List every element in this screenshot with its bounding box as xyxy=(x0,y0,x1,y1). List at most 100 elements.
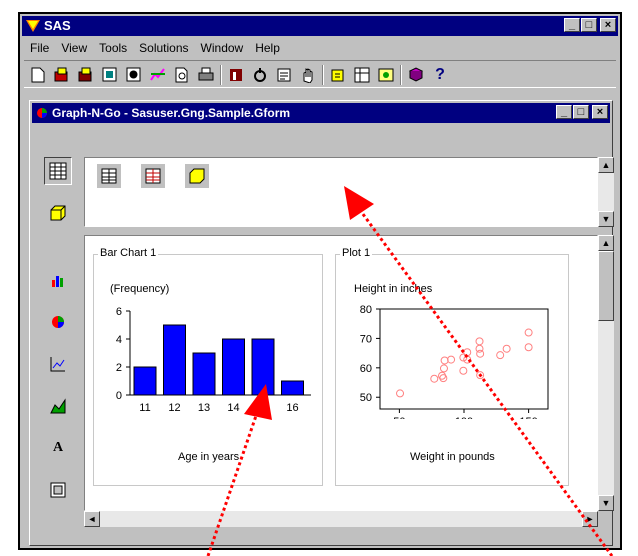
plot-y-tick-label: 60 xyxy=(360,363,372,375)
sas-main-window: SAS _ □ × File View Tools Solutions Wind… xyxy=(18,12,622,550)
print-icon[interactable] xyxy=(196,65,216,85)
new-icon[interactable] xyxy=(28,65,48,85)
bar xyxy=(222,338,245,396)
bar-y-tick-label: 4 xyxy=(116,334,122,346)
app-title: SAS xyxy=(44,18,71,33)
graph-canvas: Bar Chart 1 (Frequency) 0 2 4 6 11 12 13 14 15 16… xyxy=(84,235,598,511)
minimize-button[interactable]: _ xyxy=(564,18,580,32)
scatter-point xyxy=(463,348,472,357)
text-tool-label: A xyxy=(52,440,64,455)
hand-icon[interactable] xyxy=(298,65,318,85)
bar xyxy=(251,338,275,396)
scroll-up-arrow[interactable]: ▲ xyxy=(598,157,614,173)
menu-file[interactable]: File xyxy=(24,41,55,55)
bar-x-axis-label: Age in years xyxy=(178,451,240,463)
print-preview-icon[interactable] xyxy=(172,65,192,85)
maximize-button[interactable]: □ xyxy=(581,18,597,32)
scatter-point xyxy=(459,366,468,375)
plot-x-tick-label: 100 xyxy=(455,416,473,419)
canvas-scroll-left-arrow[interactable]: ◄ xyxy=(84,511,100,527)
line-chart-tool-icon[interactable] xyxy=(44,350,72,378)
save-icon[interactable] xyxy=(76,65,96,85)
bar-panel-title: Bar Chart 1 xyxy=(98,247,159,259)
scatter-point xyxy=(496,351,505,360)
bar-chart-tool-icon[interactable] xyxy=(44,266,72,294)
bar-chart-panel[interactable]: Bar Chart 1 (Frequency) 0 2 4 6 11 12 13 14 15 16… xyxy=(93,247,323,486)
build-icon[interactable] xyxy=(226,65,246,85)
graph-n-go-logo-icon xyxy=(37,108,47,118)
bar xyxy=(281,380,304,396)
bar-x-tick-label: 16 xyxy=(286,402,298,414)
bar xyxy=(163,324,186,396)
bar-x-tick-label: 12 xyxy=(168,402,180,414)
graph-icon[interactable] xyxy=(148,65,168,85)
plot-y-axis-label: Height in inches xyxy=(354,283,433,295)
help-icon[interactable]: ? xyxy=(430,65,450,85)
toolbar-separator xyxy=(220,65,222,85)
scatter-point xyxy=(440,356,449,365)
menu-solutions[interactable]: Solutions xyxy=(133,41,194,55)
refresh-icon[interactable] xyxy=(250,65,270,85)
menu-window[interactable]: Window xyxy=(195,41,250,55)
bar-x-tick-label: 11 xyxy=(139,402,150,414)
app-title-bar[interactable]: SAS _ □ × xyxy=(22,16,618,36)
canvas-vertical-scrollbar[interactable]: ▲ ▼ xyxy=(598,235,614,511)
area-chart-tool-icon[interactable] xyxy=(44,392,72,420)
scatter-point xyxy=(475,337,484,346)
canvas-scroll-right-arrow[interactable]: ► xyxy=(582,511,598,527)
close-button[interactable]: × xyxy=(600,18,616,32)
scroll-down-arrow[interactable]: ▼ xyxy=(598,211,614,227)
scatter-point xyxy=(447,355,456,364)
sas-logo-icon xyxy=(26,20,40,32)
scatter-point xyxy=(502,344,511,353)
explorer-icon[interactable] xyxy=(352,65,372,85)
child-close-button[interactable]: × xyxy=(592,105,608,119)
canvas-scroll-down-arrow[interactable]: ▼ xyxy=(598,495,614,511)
preview-icon[interactable] xyxy=(100,65,120,85)
table-object-icon[interactable] xyxy=(141,164,165,188)
properties-icon[interactable] xyxy=(124,65,144,85)
frame-tool-icon[interactable] xyxy=(44,476,72,504)
table-object-icon[interactable] xyxy=(97,164,121,188)
toolbar: ? xyxy=(24,60,616,88)
canvas-scroll-up-arrow[interactable]: ▲ xyxy=(598,235,614,251)
bar-y-tick-label: 2 xyxy=(116,362,122,374)
bar-x-tick-label: 15 xyxy=(257,402,269,414)
graph-n-go-window: Graph-N-Go - Sasuser.Gng.Sample.Gform _ … xyxy=(29,100,614,546)
scatter-point xyxy=(430,374,439,383)
pie-chart-tool-icon[interactable] xyxy=(44,308,72,336)
bar xyxy=(192,352,216,396)
canvas-horizontal-scrollbar[interactable]: ◄ ► xyxy=(84,511,598,527)
scatter-point xyxy=(524,328,533,337)
strip-scrollbar[interactable]: ▲ ▼ xyxy=(598,157,614,227)
scatter-plot-panel[interactable]: Plot 1 Height in inches 50 60 70 80 50 100 150… xyxy=(335,247,569,486)
plot-x-axis-label: Weight in pounds xyxy=(410,451,495,463)
spreadsheet-tool-icon[interactable] xyxy=(44,157,72,185)
menu-view[interactable]: View xyxy=(55,41,93,55)
open-icon[interactable] xyxy=(52,65,72,85)
help-assist-icon[interactable] xyxy=(328,65,348,85)
notes-icon[interactable] xyxy=(274,65,294,85)
text-tool-icon[interactable]: A xyxy=(44,434,72,462)
plot-y-tick-label: 70 xyxy=(360,333,372,345)
child-minimize-button[interactable]: _ xyxy=(556,105,572,119)
scatter-point xyxy=(439,364,448,373)
plot-panel-title: Plot 1 xyxy=(340,247,373,259)
child-maximize-button[interactable]: □ xyxy=(573,105,589,119)
bar-y-tick-label: 6 xyxy=(116,306,122,318)
toolbar-separator xyxy=(400,65,402,85)
canvas-vertical-thumb[interactable] xyxy=(598,251,614,321)
menu-help[interactable]: Help xyxy=(249,41,286,55)
scatter-point xyxy=(396,389,405,398)
bar-y-tick-label: 0 xyxy=(116,390,122,402)
results-icon[interactable] xyxy=(376,65,396,85)
child-title-bar[interactable]: Graph-N-Go - Sasuser.Gng.Sample.Gform _ … xyxy=(32,103,610,123)
child-title: Graph-N-Go - Sasuser.Gng.Sample.Gform xyxy=(52,106,291,120)
plot-x-tick-label: 50 xyxy=(393,416,405,419)
dataset-object-icon[interactable] xyxy=(185,164,209,188)
plot-x-tick-label: 150 xyxy=(519,416,537,419)
scatter-point xyxy=(439,374,448,383)
book-icon[interactable] xyxy=(406,65,426,85)
dataset-tool-icon[interactable] xyxy=(44,199,72,227)
menu-tools[interactable]: Tools xyxy=(93,41,133,55)
